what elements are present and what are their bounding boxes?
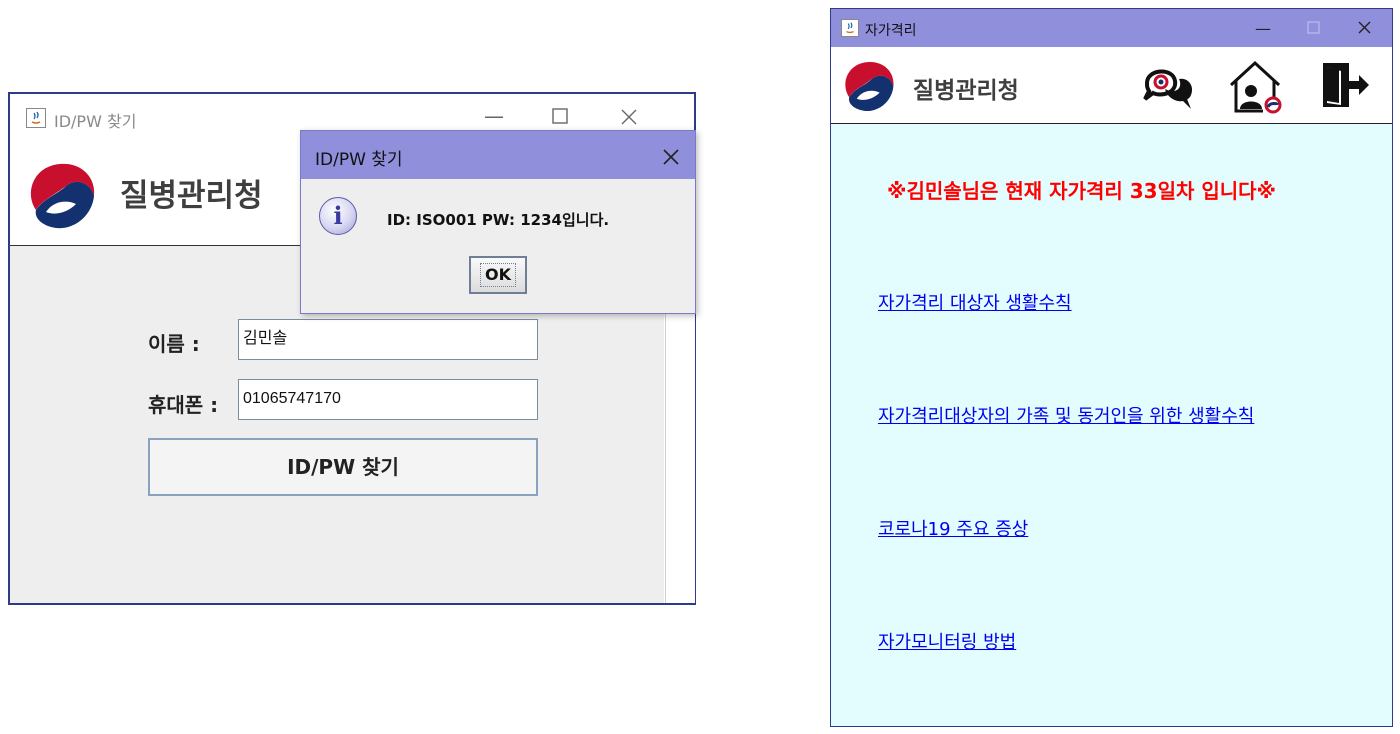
link-quarantine-rules[interactable]: 자가격리 대상자 생활수칙 (878, 289, 1072, 315)
window-title: 자가격리 (865, 23, 917, 39)
quarantine-day-notice: ※김민솔님은 현재 자가격리 33일차 입니다※ (887, 175, 1276, 204)
link-covid-symptoms[interactable]: 코로나19 주요 증상 (878, 515, 1028, 541)
dialog-titlebar[interactable]: ID/PW 찾기 (301, 131, 695, 179)
maximize-icon[interactable] (552, 108, 568, 124)
ok-button-label: OK (480, 263, 516, 287)
close-icon[interactable] (620, 108, 638, 126)
java-app-icon (26, 108, 46, 128)
home-person-icon[interactable] (1225, 59, 1285, 115)
maximize-icon[interactable] (1307, 21, 1320, 34)
minimize-icon[interactable]: — (484, 106, 504, 126)
agency-header: 질병관리청 (831, 47, 1392, 124)
notice-days: 33 (1129, 179, 1158, 203)
link-self-monitoring[interactable]: 자가모니터링 방법 (878, 628, 1016, 654)
dialog-title: ID/PW 찾기 (315, 150, 403, 170)
name-input[interactable]: 김민솔 (238, 319, 538, 360)
window-titlebar[interactable]: 자가격리 — (831, 9, 1392, 47)
find-id-pw-button[interactable]: ID/PW 찾기 (148, 438, 538, 496)
self-quarantine-window: 자가격리 — 질병관리청 ※김민솔님은 현재 자가격리 33일차 입니다※ 자가… (830, 8, 1393, 727)
exit-door-icon[interactable] (1319, 59, 1371, 111)
chat-icon[interactable] (1139, 57, 1197, 115)
agency-logo-icon (837, 53, 901, 117)
ok-button[interactable]: OK (469, 256, 527, 294)
agency-name: 질병관리청 (120, 178, 263, 214)
minimize-icon[interactable]: — (1255, 19, 1271, 38)
java-app-icon (841, 19, 859, 37)
dialog-message: ID: ISO001 PW: 1234입니다. (387, 211, 610, 229)
phone-input[interactable]: 01065747170 (238, 379, 538, 420)
link-family-rules[interactable]: 자가격리대상자의 가족 및 동거인을 위한 생활수칙 (878, 402, 1254, 428)
window-title: ID/PW 찾기 (54, 112, 137, 131)
dialog-close-icon[interactable] (661, 141, 681, 167)
agency-name: 질병관리청 (913, 78, 1019, 104)
agency-logo-icon (20, 152, 104, 236)
phone-label: 휴대폰 : (148, 393, 219, 417)
name-label: 이름 : (148, 332, 200, 356)
notice-prefix: ※김민솔님은 현재 자가격리 (887, 179, 1130, 203)
close-icon[interactable] (1357, 20, 1372, 35)
result-dialog: ID/PW 찾기 i ID: ISO001 PW: 1234입니다. OK (300, 130, 696, 314)
info-icon: i (319, 197, 357, 235)
notice-suffix: 일차 입니다※ (1157, 179, 1276, 203)
